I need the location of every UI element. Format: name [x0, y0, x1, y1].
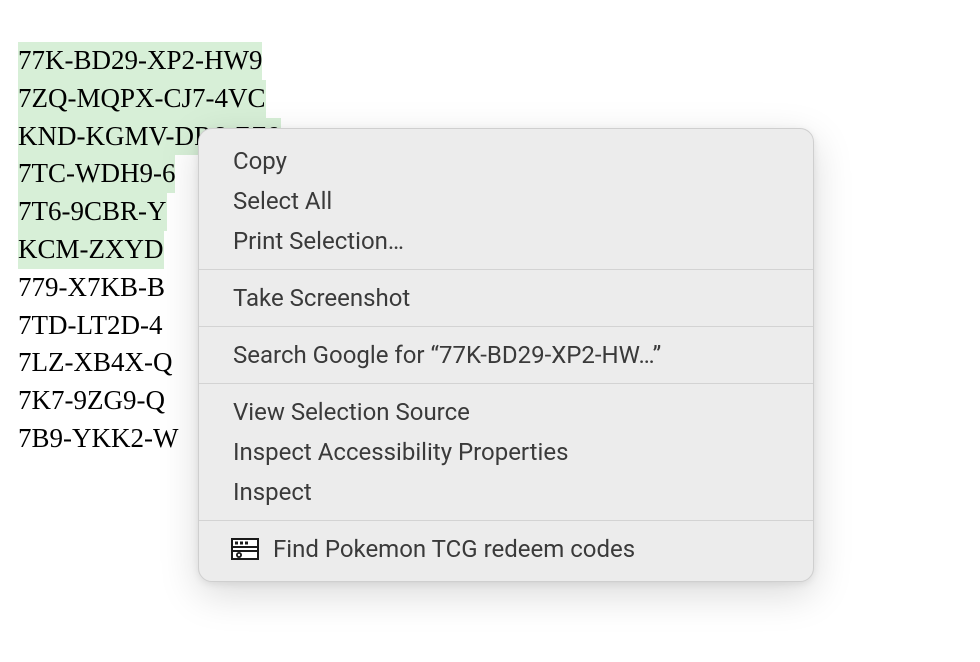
menu-separator	[199, 269, 813, 270]
menu-group: Copy Select All Print Selection…	[199, 137, 813, 265]
menu-item-inspect[interactable]: Inspect	[199, 472, 813, 512]
code-line[interactable]: 7B9-YKK2-W	[18, 420, 178, 458]
menu-item-label: Inspect Accessibility Properties	[233, 438, 568, 466]
menu-item-label: Search Google for “77K-BD29-XP2-HW…”	[233, 341, 661, 369]
extension-icon	[229, 536, 261, 562]
menu-item-label: Inspect	[233, 478, 312, 506]
code-line[interactable]: 7T6-9CBR-Y	[18, 193, 167, 231]
code-line[interactable]: 7TC-WDH9-6	[18, 155, 175, 193]
menu-item-select-all[interactable]: Select All	[199, 181, 813, 221]
menu-item-copy[interactable]: Copy	[199, 141, 813, 181]
code-line[interactable]: 7LZ-XB4X-Q	[18, 344, 172, 382]
menu-item-label: Copy	[233, 147, 287, 175]
menu-group: Search Google for “77K-BD29-XP2-HW…”	[199, 331, 813, 379]
menu-item-find-codes[interactable]: Find Pokemon TCG redeem codes	[199, 529, 813, 569]
menu-item-print-selection[interactable]: Print Selection…	[199, 221, 813, 261]
code-line[interactable]: 77K-BD29-XP2-HW9	[18, 42, 262, 80]
code-line[interactable]: 7TD-LT2D-4	[18, 307, 162, 345]
menu-group: Take Screenshot	[199, 274, 813, 322]
menu-item-label: Print Selection…	[233, 227, 404, 255]
menu-item-take-screenshot[interactable]: Take Screenshot	[199, 278, 813, 318]
menu-item-inspect-accessibility[interactable]: Inspect Accessibility Properties	[199, 432, 813, 472]
code-line[interactable]: 7ZQ-MQPX-CJ7-4VC	[18, 80, 266, 118]
menu-group: View Selection Source Inspect Accessibil…	[199, 388, 813, 516]
menu-group: Find Pokemon TCG redeem codes	[199, 525, 813, 573]
menu-item-label: Find Pokemon TCG redeem codes	[273, 535, 635, 563]
code-line[interactable]: 7K7-9ZG9-Q	[18, 382, 165, 420]
menu-item-search-google[interactable]: Search Google for “77K-BD29-XP2-HW…”	[199, 335, 813, 375]
menu-item-label: Select All	[233, 187, 332, 215]
code-line[interactable]: KCM-ZXYD	[18, 231, 164, 269]
menu-separator	[199, 520, 813, 521]
menu-item-label: Take Screenshot	[233, 284, 410, 312]
menu-separator	[199, 326, 813, 327]
context-menu: Copy Select All Print Selection… Take Sc…	[198, 128, 814, 582]
menu-item-view-selection-source[interactable]: View Selection Source	[199, 392, 813, 432]
code-line[interactable]: 779-X7KB-B	[18, 269, 165, 307]
menu-separator	[199, 383, 813, 384]
menu-item-label: View Selection Source	[233, 398, 470, 426]
